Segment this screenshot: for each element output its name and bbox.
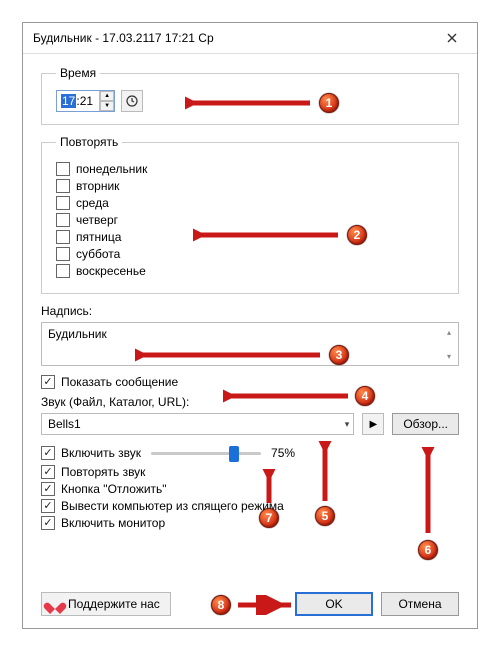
play-sound-button[interactable]: ▶ [362,413,384,435]
sound-selected: Bells1 [48,417,81,431]
titlebar: Будильник - 17.03.2117 17:21 Ср [23,23,477,54]
time-minutes: 21 [80,94,93,108]
day-label-1: вторник [76,179,119,193]
time-hours: 17 [61,94,76,108]
snooze-checkbox[interactable]: ✓ [41,482,55,496]
wake-pc-label: Вывести компьютер из спящего режима [61,499,284,513]
day-checkbox-0[interactable] [56,162,70,176]
alarm-dialog: Будильник - 17.03.2117 17:21 Ср Время 17… [22,22,478,629]
support-label: Поддержите нас [68,597,160,611]
day-label-6: воскресенье [76,264,146,278]
day-checkbox-5[interactable] [56,247,70,261]
day-label-4: пятница [76,230,121,244]
enable-sound-checkbox[interactable]: ✓ [41,446,55,460]
sound-label: Звук (Файл, Каталог, URL): [41,395,459,409]
repeat-group: Повторять понедельник вторник среда четверг… [41,135,459,294]
day-label-0: понедельник [76,162,147,176]
heart-icon [48,598,62,610]
dialog-body: Время 17:21 ▲ ▼ [23,54,477,545]
window-title: Будильник - 17.03.2117 17:21 Ср [33,31,214,45]
day-label-5: суббота [76,247,120,261]
day-label-2: среда [76,196,109,210]
message-textarea[interactable]: Будильник ▴ ▾ [41,322,459,366]
message-label: Надпись: [41,304,459,318]
ok-button[interactable]: OK [295,592,373,616]
clock-icon [126,95,138,107]
show-message-label: Показать сообщение [61,375,178,389]
support-button[interactable]: Поддержите нас [41,592,171,616]
textarea-scroll-down[interactable]: ▾ [442,349,456,363]
time-group-legend: Время [56,66,100,80]
time-spin-buttons: ▲ ▼ [99,91,114,111]
slider-thumb[interactable] [229,446,239,462]
message-value: Будильник [48,327,107,341]
repeat-group-legend: Повторять [56,135,122,149]
day-checkbox-2[interactable] [56,196,70,210]
wake-pc-checkbox[interactable]: ✓ [41,499,55,513]
repeat-sound-checkbox[interactable]: ✓ [41,465,55,479]
day-label-3: четверг [76,213,118,227]
day-checkbox-4[interactable] [56,230,70,244]
slider-track [151,452,261,455]
play-icon: ▶ [369,419,377,430]
day-checkbox-6[interactable] [56,264,70,278]
show-message-checkbox[interactable]: ✓ [41,375,55,389]
dialog-footer: Поддержите нас OK Отмена [41,592,459,616]
enable-monitor-checkbox[interactable]: ✓ [41,516,55,530]
snooze-label: Кнопка "Отложить" [61,482,167,496]
time-group: Время 17:21 ▲ ▼ [41,66,459,125]
now-button[interactable] [121,90,143,112]
time-spin-up[interactable]: ▲ [100,91,114,101]
cancel-button[interactable]: Отмена [381,592,459,616]
enable-sound-label: Включить звук [61,446,141,460]
close-button[interactable] [437,29,467,47]
volume-slider[interactable] [151,445,261,461]
volume-percent: 75% [271,446,295,460]
day-checkbox-3[interactable] [56,213,70,227]
repeat-sound-label: Повторять звук [61,465,145,479]
day-checkbox-1[interactable] [56,179,70,193]
enable-monitor-label: Включить монитор [61,516,165,530]
browse-button[interactable]: Обзор... [392,413,459,435]
sound-combobox[interactable]: Bells1 ▾ [41,413,354,435]
chevron-down-icon: ▾ [345,419,350,430]
close-icon [447,33,457,43]
time-spinner[interactable]: 17:21 ▲ ▼ [56,90,115,112]
time-spin-down[interactable]: ▼ [100,101,114,111]
textarea-scroll-up[interactable]: ▴ [442,325,456,339]
